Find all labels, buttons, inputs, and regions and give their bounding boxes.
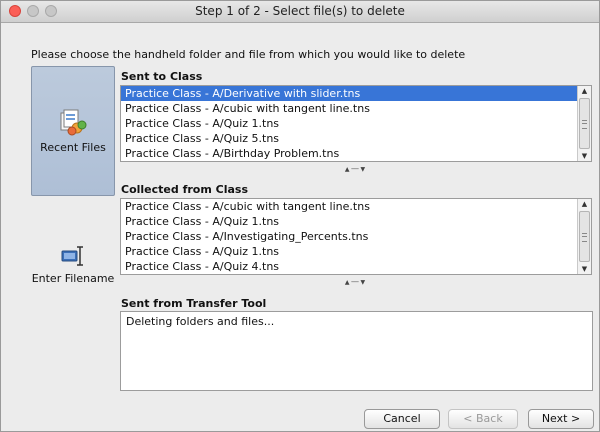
collected-from-class-list[interactable]: Practice Class - A/cubic with tangent li… (120, 198, 592, 275)
recent-files-label: Recent Files (40, 141, 106, 154)
sent-to-class-scrollbar[interactable]: ▲ ▼ (577, 86, 591, 161)
transfer-log-area: Deleting folders and files... (120, 311, 593, 391)
scroll-up-arrow-icon[interactable]: ▲ (578, 200, 591, 208)
list-item[interactable]: Practice Class - A/cubic with tangent li… (121, 101, 577, 116)
collected-from-class-label: Collected from Class (121, 183, 248, 196)
cancel-button[interactable]: Cancel (364, 409, 440, 429)
list-item[interactable]: Practice Class - A/Quiz 4.tns (121, 259, 577, 274)
list-item[interactable]: Practice Class - A/Quiz 1.tns (121, 244, 577, 259)
sent-to-class-list[interactable]: Practice Class - A/Derivative with slide… (120, 85, 592, 162)
instruction-text: Please choose the handheld folder and fi… (31, 48, 466, 61)
scrollbar-thumb[interactable] (579, 98, 590, 149)
list-item[interactable]: Practice Class - A/Birthday Problem.tns (121, 146, 577, 161)
recent-files-icon (60, 109, 87, 136)
list-item[interactable]: Practice Class - A/Quiz 1.tns (121, 214, 577, 229)
list-item[interactable]: Practice Class - A/Investigating_Percent… (121, 229, 577, 244)
transfer-log-text: Deleting folders and files... (126, 315, 275, 328)
list-item[interactable]: Practice Class - A/Quiz 5.tns (121, 131, 577, 146)
splitter-handle-icon[interactable]: ▲ ── ▼ (335, 279, 375, 287)
window-title: Step 1 of 2 - Select file(s) to delete (195, 4, 405, 18)
back-button[interactable]: < Back (448, 409, 518, 429)
scroll-down-arrow-icon[interactable]: ▼ (578, 152, 591, 160)
list-item[interactable]: Practice Class - A/Quiz 1.tns (121, 116, 577, 131)
dialog-window: Step 1 of 2 - Select file(s) to delete P… (0, 0, 600, 432)
enter-filename-button[interactable]: Enter Filename (31, 244, 115, 294)
recent-files-button[interactable]: Recent Files (31, 66, 115, 196)
transfer-tool-label: Sent from Transfer Tool (121, 297, 267, 310)
sent-to-class-label: Sent to Class (121, 70, 203, 83)
list-item[interactable]: Practice Class - A/Derivative with slide… (121, 86, 577, 101)
enter-filename-label: Enter Filename (31, 272, 115, 285)
title-bar[interactable]: Step 1 of 2 - Select file(s) to delete (1, 1, 599, 23)
splitter-handle-icon[interactable]: ▲ ── ▼ (335, 166, 375, 174)
next-button[interactable]: Next > (528, 409, 594, 429)
scroll-up-arrow-icon[interactable]: ▲ (578, 87, 591, 95)
scroll-down-arrow-icon[interactable]: ▼ (578, 265, 591, 273)
scrollbar-thumb[interactable] (579, 211, 590, 262)
enter-filename-icon (61, 246, 83, 266)
list-item[interactable]: Practice Class - A/cubic with tangent li… (121, 199, 577, 214)
collected-from-class-scrollbar[interactable]: ▲ ▼ (577, 199, 591, 274)
